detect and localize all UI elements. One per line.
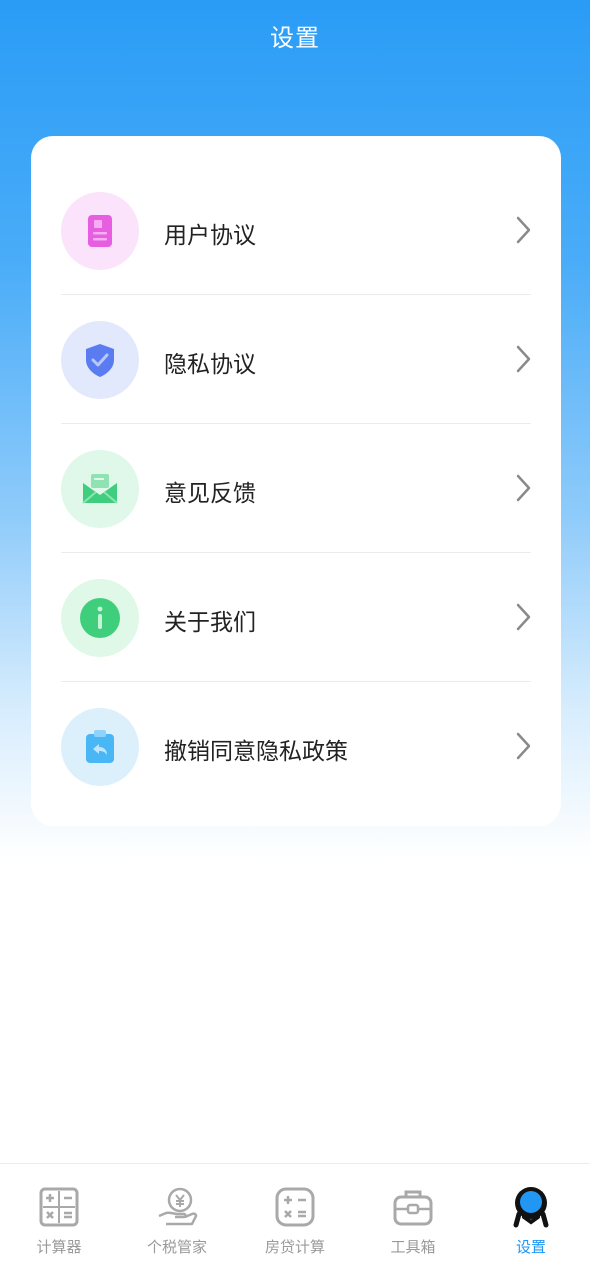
settings-avatar-icon	[513, 1187, 549, 1228]
chevron-right-icon	[516, 345, 531, 373]
calculator-icon	[39, 1187, 79, 1227]
tab-toolbox[interactable]: 工具箱	[354, 1164, 472, 1280]
mortgage-calculator-icon	[275, 1187, 315, 1227]
document-icon	[61, 192, 139, 270]
tab-label: 设置	[515, 1238, 546, 1256]
tab-tax-manager[interactable]: 个税管家	[118, 1164, 236, 1280]
settings-item-user-agreement[interactable]: 用户协议	[31, 166, 561, 295]
envelope-icon	[61, 450, 139, 528]
shield-check-icon	[61, 321, 139, 399]
bottom-tab-bar: 计算器 个税管家 房贷计算 工具箱 设置	[0, 1163, 590, 1280]
chevron-right-icon	[516, 732, 531, 760]
tab-label: 房贷计算	[264, 1238, 325, 1256]
settings-item-label: 隐私协议	[164, 352, 256, 378]
toolbox-icon	[393, 1190, 433, 1226]
tab-label: 计算器	[36, 1238, 82, 1256]
settings-item-label: 撤销同意隐私政策	[164, 739, 348, 765]
settings-item-feedback[interactable]: 意见反馈	[31, 424, 561, 553]
chevron-right-icon	[516, 474, 531, 502]
settings-card: 用户协议 隐私协议 意见反馈 关于我们 撤销同意隐私政策	[31, 136, 561, 826]
settings-item-label: 关于我们	[164, 610, 256, 636]
tab-label: 个税管家	[146, 1238, 207, 1256]
settings-item-label: 意见反馈	[164, 481, 256, 507]
settings-item-revoke-privacy-consent[interactable]: 撤销同意隐私政策	[31, 682, 561, 811]
info-icon	[61, 579, 139, 657]
tab-mortgage-calculator[interactable]: 房贷计算	[236, 1164, 354, 1280]
settings-item-label: 用户协议	[164, 223, 256, 249]
chevron-right-icon	[516, 216, 531, 244]
tab-label: 工具箱	[390, 1238, 436, 1256]
page-title: 设置	[270, 24, 320, 52]
settings-item-privacy-agreement[interactable]: 隐私协议	[31, 295, 561, 424]
tax-coin-hand-icon	[158, 1187, 198, 1226]
chevron-right-icon	[516, 603, 531, 631]
clipboard-revoke-icon	[61, 708, 139, 786]
tab-settings[interactable]: 设置	[472, 1164, 590, 1280]
tab-calculator[interactable]: 计算器	[0, 1164, 118, 1280]
settings-item-about-us[interactable]: 关于我们	[31, 553, 561, 682]
